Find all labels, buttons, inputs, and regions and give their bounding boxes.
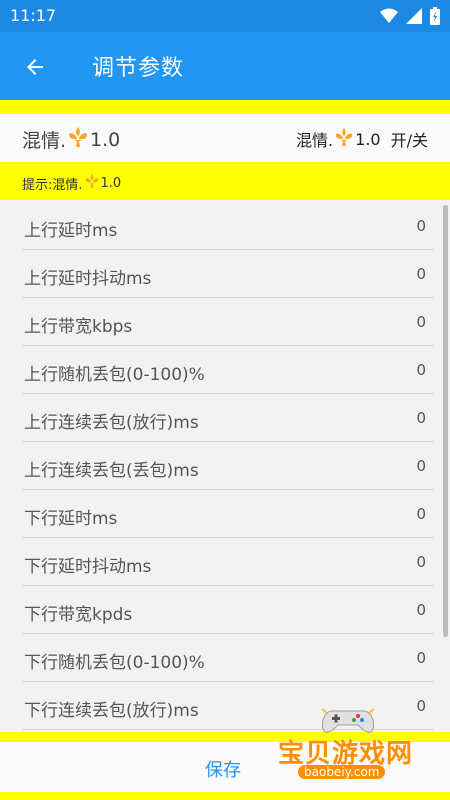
fleur-de-lis-icon <box>335 127 353 151</box>
param-value[interactable]: 0 <box>416 265 426 283</box>
param-value[interactable]: 0 <box>416 313 426 331</box>
highlight-strip-top <box>0 100 450 114</box>
watermark: 宝贝游戏网 baobeiy.com <box>276 705 426 787</box>
fleur-de-lis-icon <box>68 126 88 153</box>
param-value[interactable]: 0 <box>416 649 426 667</box>
param-row[interactable]: 下行随机丢包(0-100)% 0 <box>0 634 450 682</box>
param-value[interactable]: 0 <box>416 217 426 235</box>
tip-bar: 提示:混情. 1.0 <box>0 162 450 200</box>
fleur-de-lis-icon <box>85 173 99 193</box>
status-icons <box>380 7 440 29</box>
tip-text: 提示:混情. <box>22 177 83 193</box>
param-list[interactable]: 上行延时ms 0 上行延时抖动ms 0 上行带宽kbps 0 上行随机丢包(0-… <box>0 200 450 732</box>
page-title: 调节参数 <box>92 56 185 81</box>
param-row[interactable]: 上行随机丢包(0-100)% 0 <box>0 346 450 394</box>
param-row[interactable]: 上行连续丢包(丢包)ms 0 <box>0 442 450 490</box>
param-value[interactable]: 0 <box>416 601 426 619</box>
param-label: 上行随机丢包(0-100)% <box>24 365 205 385</box>
param-value[interactable]: 0 <box>416 505 426 523</box>
status-time: 11:17 <box>10 6 57 25</box>
gamepad-icon <box>318 705 378 735</box>
profile-header: 混情. 1.0 混情. 1.0 开/关 <box>0 114 450 163</box>
param-label: 下行延时抖动ms <box>24 557 152 577</box>
back-button[interactable] <box>18 50 52 84</box>
profile-name: 混情. 1.0 <box>22 126 120 153</box>
save-button[interactable]: 保存 <box>205 756 241 782</box>
param-row[interactable]: 下行延时ms 0 <box>0 490 450 538</box>
app-bar: 调节参数 <box>0 32 450 100</box>
signal-icon <box>406 8 422 28</box>
highlight-strip-footer <box>0 792 450 800</box>
param-row[interactable]: 下行带宽kpds 0 <box>0 586 450 634</box>
param-row[interactable]: 上行连续丢包(放行)ms 0 <box>0 394 450 442</box>
param-row[interactable]: 下行延时抖动ms 0 <box>0 538 450 586</box>
profile-version: 1.0 <box>90 128 121 151</box>
profile-label: 混情. <box>22 130 67 152</box>
toggle-button[interactable]: 开/关 <box>391 127 428 151</box>
current-profile: 混情. 1.0 <box>296 127 381 151</box>
current-version: 1.0 <box>355 129 381 149</box>
param-value[interactable]: 0 <box>416 457 426 475</box>
profile-toggle-area: 混情. 1.0 开/关 <box>296 127 428 151</box>
param-label: 上行连续丢包(丢包)ms <box>24 461 199 481</box>
tip-version: 1.0 <box>100 175 122 191</box>
param-label: 下行随机丢包(0-100)% <box>24 653 205 673</box>
param-row[interactable]: 上行延时ms 0 <box>0 202 450 250</box>
param-label: 下行带宽kpds <box>24 605 133 625</box>
param-label: 下行连续丢包(放行)ms <box>24 701 199 721</box>
param-row[interactable]: 上行带宽kbps 0 <box>0 298 450 346</box>
arrow-left-icon <box>27 59 43 75</box>
param-value[interactable]: 0 <box>416 361 426 379</box>
param-label: 上行连续丢包(放行)ms <box>24 413 199 433</box>
wifi-icon <box>380 8 398 28</box>
param-value[interactable]: 0 <box>416 553 426 571</box>
param-label: 下行延时ms <box>24 509 118 529</box>
watermark-url: baobeiy.com <box>298 765 386 779</box>
current-label: 混情. <box>296 131 334 150</box>
battery-icon <box>430 7 440 29</box>
param-row[interactable]: 上行延时抖动ms 0 <box>0 250 450 298</box>
status-bar: 11:17 <box>0 0 450 32</box>
param-label: 上行延时ms <box>24 221 118 241</box>
param-label: 上行延时抖动ms <box>24 269 152 289</box>
param-label: 上行带宽kbps <box>24 317 133 337</box>
param-value[interactable]: 0 <box>416 409 426 427</box>
scrollbar[interactable] <box>443 205 448 637</box>
